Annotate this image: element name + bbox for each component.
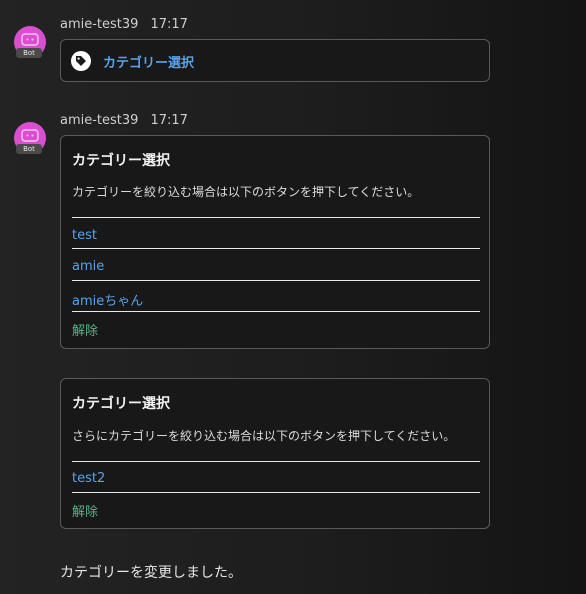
reset-option[interactable]: 解除	[72, 320, 98, 339]
author-name[interactable]: amie-test39	[60, 113, 138, 128]
card-description: さらにカテゴリーを絞り込む場合は以下のボタンを押下してください。	[72, 429, 456, 443]
divider	[72, 217, 480, 218]
timestamp: 17:17	[150, 17, 188, 32]
bot-avatar[interactable]: Bot	[14, 26, 46, 58]
option-amie[interactable]: amie	[72, 259, 104, 274]
category-card: カテゴリー選択 カテゴリーを絞り込む場合は以下のボタンを押下してください。 te…	[60, 135, 490, 349]
card-title: カテゴリー選択	[72, 396, 170, 412]
card-description: カテゴリーを絞り込む場合は以下のボタンを押下してください。	[72, 185, 420, 199]
divider	[72, 248, 480, 249]
option-test2[interactable]: test2	[72, 471, 105, 486]
divider	[72, 311, 480, 312]
category-card: カテゴリー選択 さらにカテゴリーを絞り込む場合は以下のボタンを押下してください。…	[60, 378, 490, 529]
bot-badge: Bot	[16, 48, 42, 58]
option-test[interactable]: test	[72, 228, 97, 243]
card-title: カテゴリー選択	[72, 153, 170, 169]
category-link-card[interactable]: カテゴリー選択	[60, 39, 490, 82]
divider	[72, 280, 480, 281]
category-link[interactable]: カテゴリー選択	[103, 52, 194, 71]
tag-icon	[71, 51, 91, 71]
divider	[72, 461, 480, 462]
bot-face-icon	[21, 33, 39, 46]
divider	[72, 492, 480, 493]
bot-avatar[interactable]: Bot	[14, 122, 46, 154]
message-header: amie-test39 17:17	[60, 17, 188, 32]
reset-option[interactable]: 解除	[72, 501, 98, 520]
bot-badge: Bot	[16, 144, 42, 154]
option-amie-chan[interactable]: amieちゃん	[72, 290, 143, 309]
timestamp: 17:17	[150, 113, 188, 128]
status-message: カテゴリーを変更しました。	[60, 565, 242, 581]
author-name[interactable]: amie-test39	[60, 17, 138, 32]
message-header: amie-test39 17:17	[60, 113, 188, 128]
bot-face-icon	[21, 129, 39, 142]
